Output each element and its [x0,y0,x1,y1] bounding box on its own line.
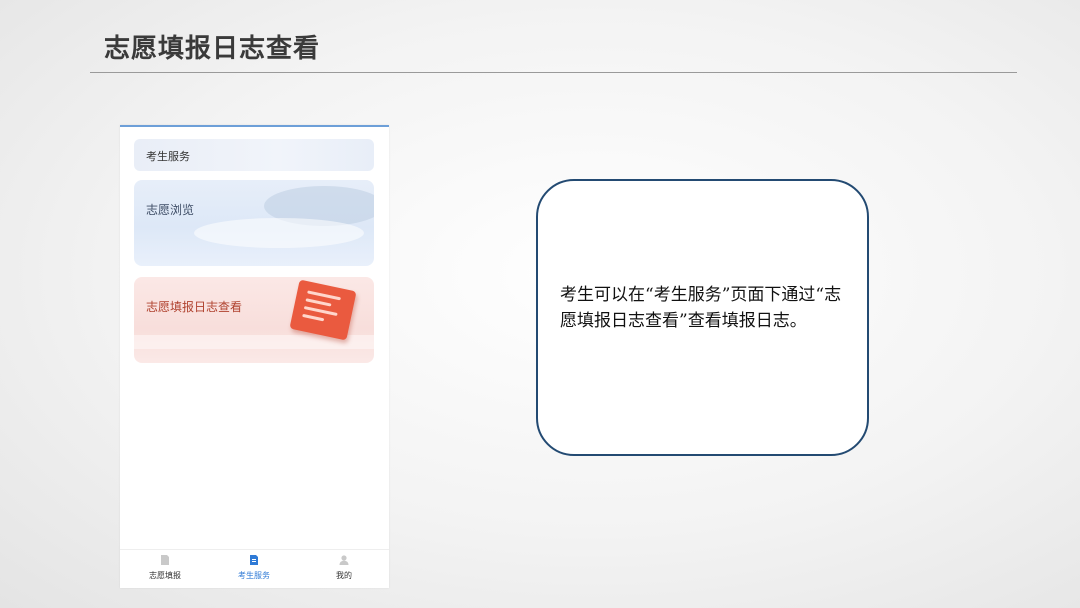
title-divider [90,72,1017,73]
card-volunteer-log-label: 志愿填报日志查看 [146,300,243,314]
card-decoration [194,218,364,248]
nav-label: 我的 [336,571,352,580]
slide-title: 志愿填报日志查看 [104,34,321,64]
log-document-icon [289,279,357,341]
card-volunteer-browse[interactable]: 志愿浏览 [134,180,374,266]
document-icon [161,555,169,565]
callout-text: 考生可以在“考生服务”页面下通过“志愿填报日志查看”查看填报日志。 [560,285,842,331]
section-header-label: 考生服务 [146,150,190,163]
nav-label: 志愿填报 [149,571,181,580]
section-header: 考生服务 [134,139,374,171]
service-doc-icon [250,555,258,565]
nav-label: 考生服务 [238,571,270,580]
card-volunteer-log[interactable]: 志愿填报日志查看 [134,277,374,363]
nav-item-volunteer-fill[interactable]: 志愿填报 [130,554,200,581]
nav-item-student-service[interactable]: 考生服务 [219,554,289,581]
callout-box: 考生可以在“考生服务”页面下通过“志愿填报日志查看”查看填报日志。 [536,179,869,456]
bottom-nav: 志愿填报 考生服务 我的 [120,549,389,588]
card-volunteer-browse-label: 志愿浏览 [146,203,195,217]
nav-item-mine[interactable]: 我的 [309,554,379,581]
phone-screenshot: 考生服务 志愿浏览 志愿填报日志查看 志愿填报 考生服务 我的 [120,125,389,588]
user-icon [339,555,349,565]
